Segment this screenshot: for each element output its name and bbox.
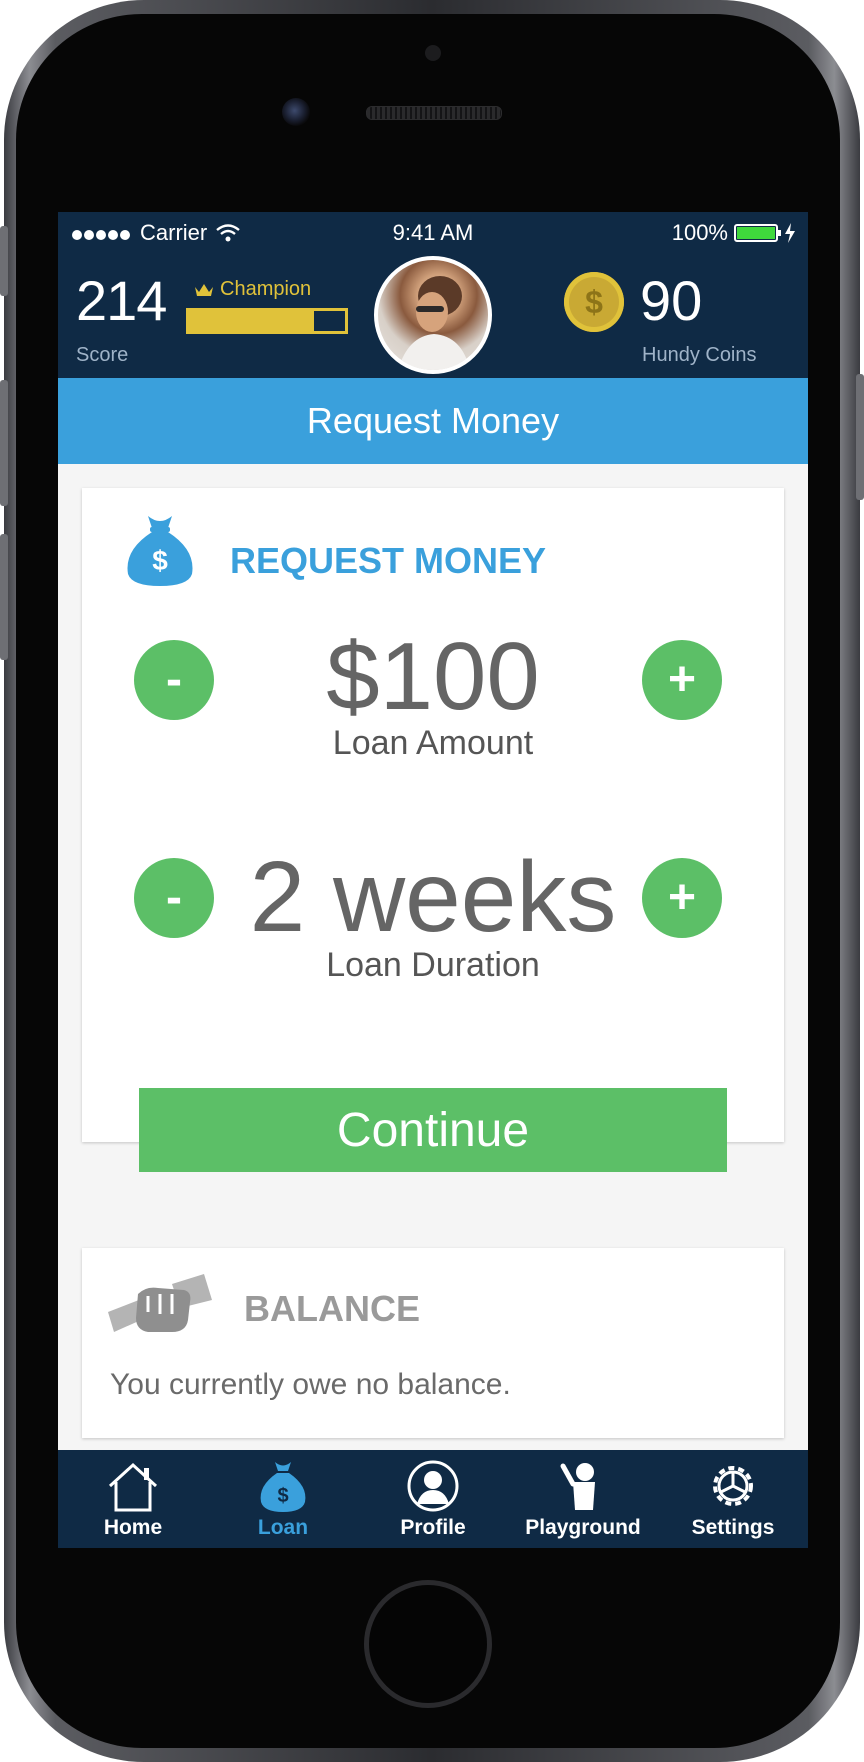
rank-progress-bar [186,308,348,334]
battery-percent: 100% [671,220,728,245]
power-button [856,374,864,500]
gear-icon [713,1466,753,1506]
app-screen: Carrier 9:41 AM 100% 214 Score Champion [58,212,808,1548]
balance-card: BALANCE You currently owe no balance. [82,1248,784,1438]
score-label: Score [76,344,129,366]
svg-text:$: $ [277,1485,288,1507]
volume-up-button [0,380,8,506]
increase-duration-button[interactable]: + [642,858,722,938]
svg-text:$: $ [152,545,168,576]
tab-profile-label: Profile [400,1516,466,1539]
money-bag-icon: $ [260,1462,306,1512]
home-button[interactable] [364,1580,492,1708]
volume-down-button [0,534,8,660]
request-money-heading: REQUEST MONEY [230,540,547,581]
proximity-sensor [425,45,441,61]
rank-name: Champion [220,278,312,300]
coin-icon: $ [564,272,624,332]
score-value: 214 [76,269,167,332]
balance-heading: BALANCE [244,1288,420,1329]
coins-label: Hundy Coins [642,344,757,366]
mute-switch [0,226,8,296]
tab-loan-label: Loan [257,1516,309,1539]
money-bag-icon: $ [127,516,193,586]
tab-home[interactable]: Home [58,1450,208,1548]
home-icon [108,1462,158,1512]
tab-bar: Home $ Loan Profile Playground Settings [58,1450,808,1548]
increase-amount-button[interactable]: + [642,640,722,720]
tab-home-label: Home [103,1516,163,1539]
loan-amount-label: Loan Amount [332,724,534,762]
tab-playground-label: Playground [525,1516,641,1539]
tab-loan[interactable]: $ Loan [208,1450,358,1548]
loan-duration-label: Loan Duration [326,946,540,984]
avatar[interactable] [374,256,492,374]
front-camera [282,98,310,126]
tab-settings[interactable]: Settings [658,1450,808,1548]
avatar-photo [398,276,470,370]
tab-profile[interactable]: Profile [358,1450,508,1548]
crown-icon [195,283,213,296]
earpiece-speaker [366,106,502,120]
coins-value: 90 [640,269,703,332]
battery-icon [734,224,781,242]
fist-money-icon [108,1274,212,1332]
profile-icon [407,1460,459,1512]
request-money-card: $ REQUEST MONEY - $100 Loan Amount + - 2… [82,488,784,1172]
status-bar: Carrier 9:41 AM 100% [58,212,808,252]
charging-bolt-icon [785,223,795,243]
continue-button[interactable]: Continue [139,1088,727,1172]
page-title: Request Money [58,378,808,464]
tab-playground[interactable]: Playground [508,1450,658,1548]
rank-label: Champion [194,278,311,301]
playground-icon [560,1463,595,1510]
profile-header: 214 Score Champion $ 90 Hundy Coins [58,252,808,378]
tab-settings-label: Settings [691,1516,775,1539]
balance-message: You currently owe no balance. [110,1368,511,1401]
